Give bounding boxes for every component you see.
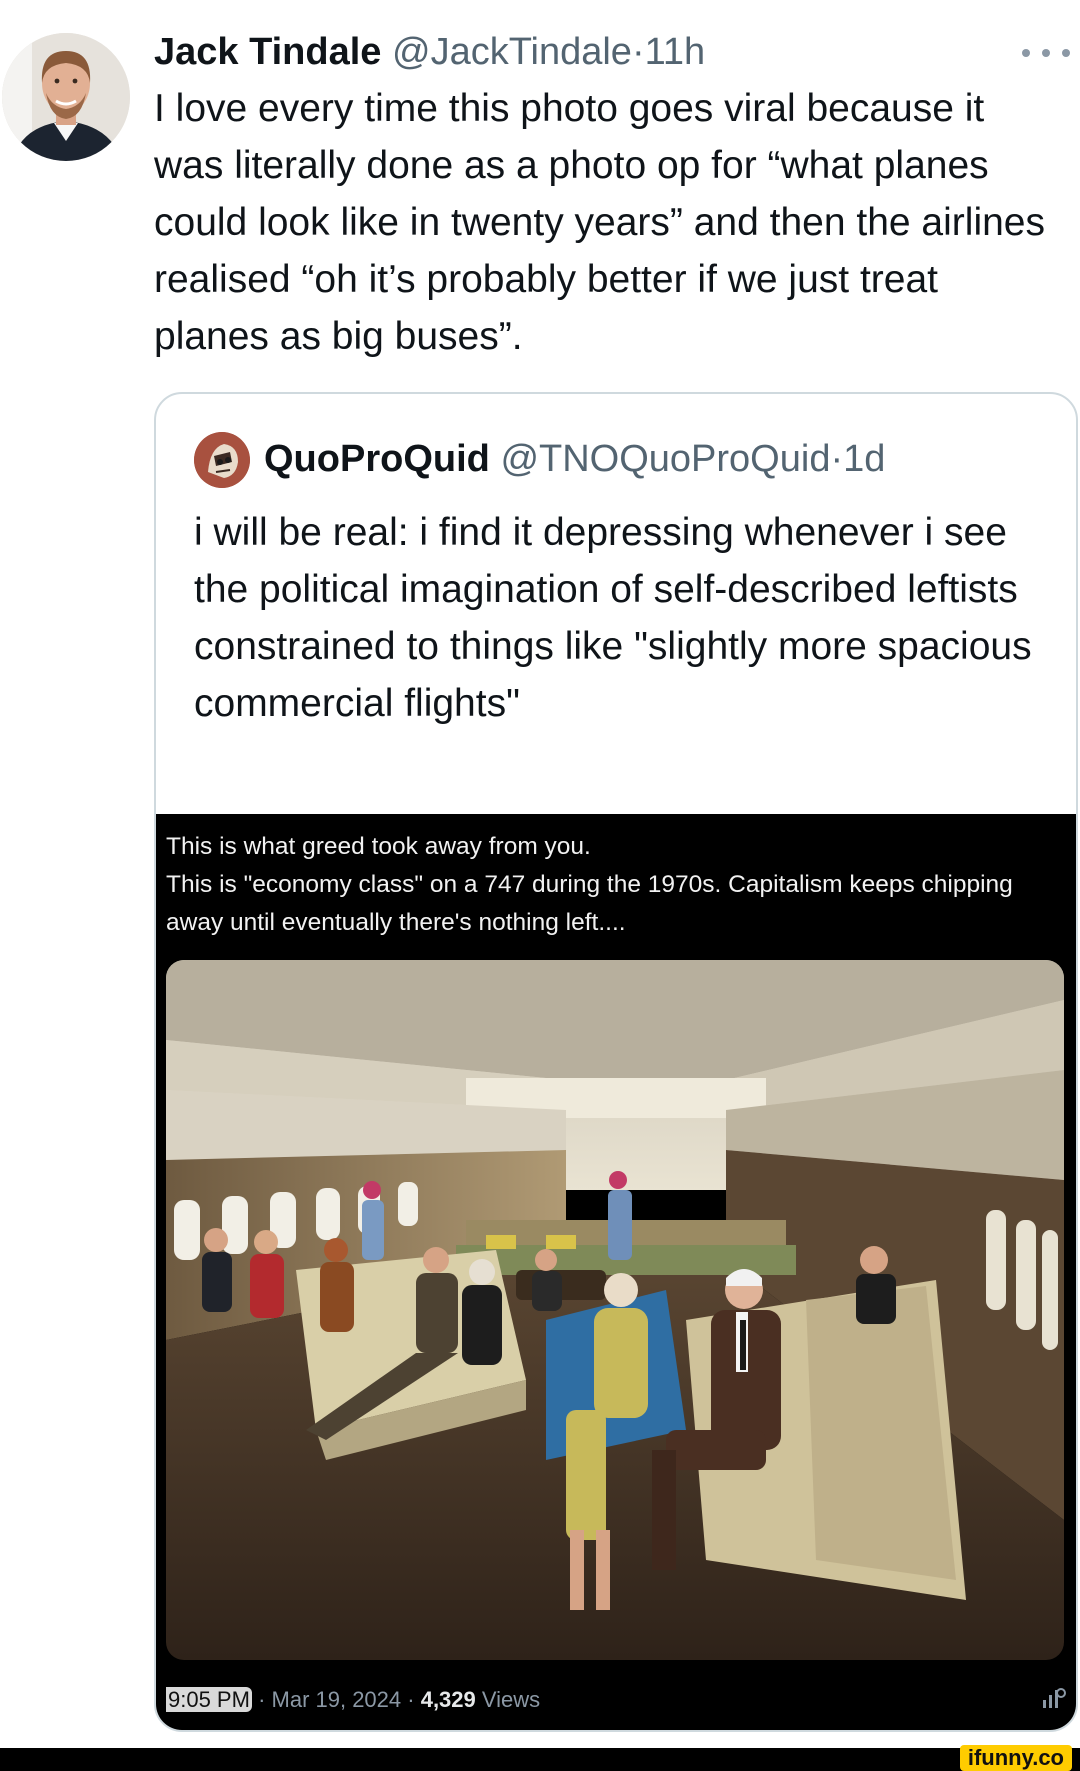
- watermark-bar: [0, 1748, 1080, 1771]
- author-avatar[interactable]: [2, 33, 130, 161]
- quoted-tweet-timestamp[interactable]: 1d: [843, 438, 885, 480]
- author-handle[interactable]: @JackTindale: [392, 31, 632, 73]
- screenshot-page: Jack Tindale @JackTindale·11h I love eve…: [0, 0, 1080, 1771]
- tweet-header: Jack Tindale @JackTindale·11h: [154, 26, 1034, 78]
- tweet-timestamp[interactable]: 11h: [645, 31, 706, 73]
- embedded-views-label: Views: [481, 1687, 541, 1712]
- quoted-author-handle[interactable]: @TNOQuoProQuid: [500, 438, 830, 480]
- quoted-tweet-text: i will be real: i find it depressing whe…: [194, 511, 1032, 725]
- separator-dot: ·: [631, 31, 645, 73]
- embedded-caption-line: This is what greed took away from you.: [166, 833, 591, 860]
- embedded-time: 9:05 PM: [166, 1687, 252, 1712]
- author-name[interactable]: Jack Tindale: [154, 31, 381, 73]
- embedded-date: · Mar 19, 2024 ·: [258, 1687, 415, 1712]
- quoted-tweet-header: QuoProQuid @TNOQuoProQuid·1d: [264, 430, 1064, 488]
- embedded-screenshot[interactable]: This is what greed took away from you. T…: [156, 814, 1076, 1730]
- more-horizontal-icon[interactable]: [1022, 46, 1070, 60]
- embedded-caption: This is what greed took away from you. T…: [166, 828, 1056, 942]
- separator-dot: ·: [830, 438, 844, 480]
- quoted-author-avatar[interactable]: [194, 432, 250, 488]
- tweet-text: I love every time this photo goes viral …: [154, 87, 1045, 358]
- airplane-cabin-photo[interactable]: [166, 960, 1064, 1660]
- embedded-tweet-meta: 9:05 PM · Mar 19, 2024 · 4,329 Views: [166, 1680, 540, 1720]
- embedded-views-count: 4,329: [420, 1687, 476, 1712]
- quoted-tweet-card[interactable]: QuoProQuid @TNOQuoProQuid·1d i will be r…: [154, 392, 1078, 1732]
- ifunny-watermark-logo: ifunny.co: [959, 1745, 1072, 1771]
- analytics-icon[interactable]: [1040, 1686, 1066, 1712]
- quoted-author-name[interactable]: QuoProQuid: [264, 438, 490, 480]
- embedded-caption-line: This is "economy class" on a 747 during …: [166, 871, 1013, 936]
